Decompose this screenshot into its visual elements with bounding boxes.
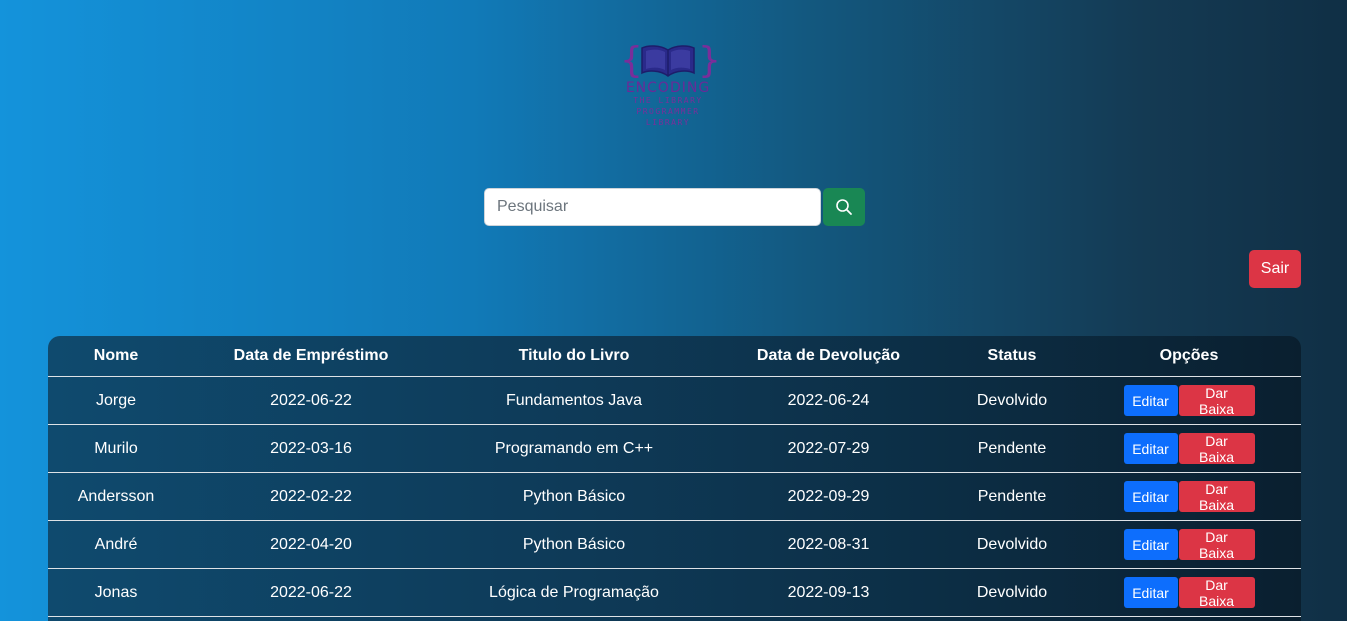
cell-nome: Jorge [48, 376, 184, 425]
edit-button[interactable]: Editar [1123, 433, 1178, 464]
cell-nome: Murilo [48, 424, 184, 473]
cell-opcoes: Editar Dar Baixa [1077, 520, 1301, 569]
cell-titulo: Fundamentos Java [438, 376, 710, 425]
table-row: Murilo 2022-03-16 Programando em C++ 202… [48, 424, 1301, 473]
dar-baixa-button[interactable]: Dar Baixa [1178, 577, 1255, 609]
cell-nome: Jonas [48, 568, 184, 617]
cell-status: Pendente [947, 472, 1077, 521]
column-header-titulo: Titulo do Livro [438, 336, 710, 377]
logo-sub-tagline: LIBRARY [645, 118, 691, 127]
edit-button[interactable]: Editar [1123, 481, 1178, 512]
cell-opcoes: Editar Dar Baixa [1077, 568, 1301, 617]
cell-data-emprestimo: 2022-02-22 [184, 472, 438, 521]
table-row: Andersson 2022-02-22 Python Básico 2022-… [48, 472, 1301, 521]
column-header-data-emprestimo: Data de Empréstimo [184, 336, 438, 377]
cell-opcoes: Editar Dar Baixa [1077, 376, 1301, 425]
cell-titulo: Lógica de Programação [438, 568, 710, 617]
cell-status: Devolvido [947, 568, 1077, 617]
logo-wordmark: ENCODING [625, 80, 711, 96]
loans-table: Nome Data de Empréstimo Titulo do Livro … [48, 336, 1301, 617]
dar-baixa-button[interactable]: Dar Baixa [1178, 481, 1255, 513]
cell-status: Devolvido [947, 376, 1077, 425]
cell-opcoes: Editar Dar Baixa [1077, 424, 1301, 473]
cell-data-emprestimo: 2022-06-22 [184, 568, 438, 617]
cell-data-devolucao: 2022-07-29 [710, 424, 947, 473]
search-button[interactable] [823, 188, 865, 226]
dar-baixa-button[interactable]: Dar Baixa [1178, 433, 1255, 465]
svg-text:{: { [620, 40, 643, 80]
cell-nome: André [48, 520, 184, 569]
dar-baixa-button[interactable]: Dar Baixa [1178, 529, 1255, 561]
table-row: André 2022-04-20 Python Básico 2022-08-3… [48, 520, 1301, 569]
edit-button[interactable]: Editar [1123, 577, 1178, 608]
cell-data-devolucao: 2022-09-29 [710, 472, 947, 521]
search-icon [836, 199, 852, 215]
column-header-data-devolucao: Data de Devolução [710, 336, 947, 377]
book-icon: { } [620, 40, 718, 80]
cell-titulo: Python Básico [438, 520, 710, 569]
cell-data-emprestimo: 2022-04-20 [184, 520, 438, 569]
cell-status: Pendente [947, 424, 1077, 473]
edit-button[interactable]: Editar [1123, 529, 1178, 560]
logout-button[interactable]: Sair [1249, 250, 1301, 288]
loans-table-container: Nome Data de Empréstimo Titulo do Livro … [48, 336, 1301, 621]
dar-baixa-button[interactable]: Dar Baixa [1178, 385, 1255, 417]
column-header-nome: Nome [48, 336, 184, 377]
cell-opcoes: Editar Dar Baixa [1077, 472, 1301, 521]
cell-data-emprestimo: 2022-06-22 [184, 376, 438, 425]
cell-data-devolucao: 2022-09-13 [710, 568, 947, 617]
column-header-status: Status [947, 336, 1077, 377]
table-header-row: Nome Data de Empréstimo Titulo do Livro … [48, 336, 1301, 377]
cell-data-devolucao: 2022-06-24 [710, 376, 947, 425]
search-bar [484, 188, 865, 226]
table-row: Jorge 2022-06-22 Fundamentos Java 2022-0… [48, 376, 1301, 425]
cell-titulo: Python Básico [438, 472, 710, 521]
cell-titulo: Programando em C++ [438, 424, 710, 473]
table-row: Jonas 2022-06-22 Lógica de Programação 2… [48, 568, 1301, 617]
cell-data-devolucao: 2022-08-31 [710, 520, 947, 569]
logo-tagline: THE LIBRARY PROGRAMMER [633, 96, 703, 116]
search-input[interactable] [484, 188, 821, 226]
svg-text:}: } [698, 40, 718, 80]
cell-nome: Andersson [48, 472, 184, 521]
cell-data-emprestimo: 2022-03-16 [184, 424, 438, 473]
column-header-opcoes: Opções [1077, 336, 1301, 377]
edit-button[interactable]: Editar [1123, 385, 1178, 416]
app-logo: { } ENCODING THE LIBRARY PROGRAMMER LIBR… [605, 40, 731, 135]
cell-status: Devolvido [947, 520, 1077, 569]
